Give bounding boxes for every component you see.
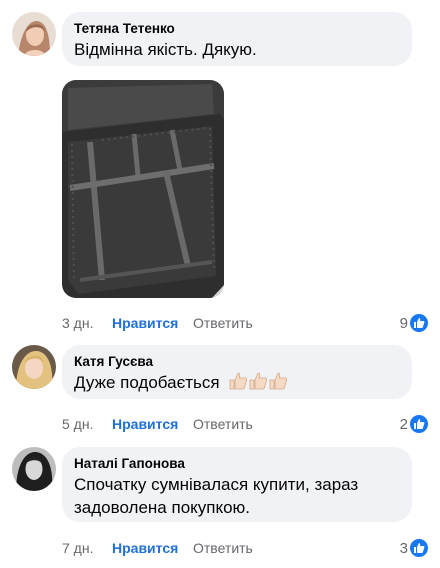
like-button[interactable]: Нравится <box>112 414 178 434</box>
comment-time[interactable]: 5 дн. <box>62 414 93 434</box>
comment-author[interactable]: Наталі Гапонова <box>74 455 400 473</box>
like-button[interactable]: Нравится <box>112 538 178 558</box>
comment-bubble: Наталі Гапонова Спочатку сумнівалася куп… <box>62 447 412 522</box>
reaction-summary[interactable]: 2 <box>400 414 428 434</box>
reaction-count: 2 <box>399 415 408 433</box>
like-button[interactable]: Нравится <box>112 313 178 333</box>
avatar[interactable] <box>12 345 56 389</box>
thumbs-up-emoji-icon <box>249 372 269 396</box>
cosmetic-case-photo-icon <box>62 80 224 298</box>
avatar-photo-icon <box>12 12 56 56</box>
thumbs-up-emoji-icon <box>229 372 249 396</box>
avatar-photo-icon <box>12 447 56 491</box>
comment-meta: 5 дн. Нравится Ответить <box>62 414 262 434</box>
like-icon <box>410 314 428 332</box>
comment-text: Дуже подобається 👍🏻👍🏻👍🏻 <box>74 371 400 400</box>
comment-meta: 7 дн. Нравится Ответить <box>62 538 262 558</box>
comment-meta: 3 дн. Нравится Ответить <box>62 313 262 333</box>
comment-author[interactable]: Тетяна Тетенко <box>74 20 400 38</box>
reaction-count: 9 <box>399 314 408 332</box>
reaction-summary[interactable]: 9 <box>400 313 428 333</box>
avatar-photo-icon <box>12 345 56 389</box>
avatar[interactable] <box>12 12 56 56</box>
reply-button[interactable]: Ответить <box>193 313 253 333</box>
comment-photo[interactable] <box>62 80 224 298</box>
comment-text-line-1: Спочатку сумнівалася купити, зараз <box>74 475 359 494</box>
reaction-summary[interactable]: 3 <box>400 538 428 558</box>
comment-time[interactable]: 3 дн. <box>62 313 93 333</box>
comment-author[interactable]: Катя Гусєва <box>74 353 400 371</box>
like-icon <box>410 539 428 557</box>
avatar[interactable] <box>12 447 56 491</box>
comment-time[interactable]: 7 дн. <box>62 538 93 558</box>
reaction-count: 3 <box>399 539 408 557</box>
comment-bubble: Катя Гусєва Дуже подобається 👍🏻👍🏻👍🏻 <box>62 345 412 399</box>
comment-text: Відмінна якість. Дякую. <box>74 40 257 59</box>
comment-text-line-2: задоволена покупкою. <box>74 498 251 517</box>
reply-button[interactable]: Ответить <box>193 414 253 434</box>
thumbs-up-emoji-icon <box>269 372 289 396</box>
reply-button[interactable]: Ответить <box>193 538 253 558</box>
comment-text-body: Дуже подобається <box>74 373 220 392</box>
comment-bubble: Тетяна Тетенко Відмінна якість. Дякую. <box>62 12 412 66</box>
like-icon <box>410 415 428 433</box>
